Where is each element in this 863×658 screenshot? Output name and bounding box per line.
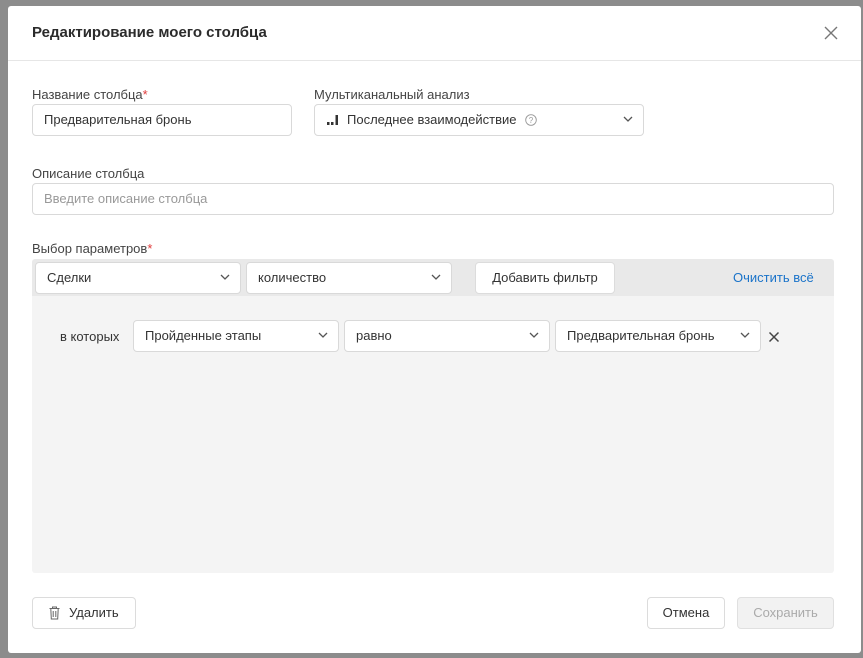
filter-operator-value: равно [356,328,392,343]
delete-button[interactable]: Удалить [32,597,136,629]
filter-value-select[interactable]: Предварительная бронь [555,320,761,352]
filter-value-value: Предварительная бронь [567,328,715,343]
params-label: Выбор параметров* [32,241,152,256]
modal-header: Редактирование моего столбца [8,6,861,61]
cancel-button[interactable]: Отмена [647,597,725,629]
remove-filter-icon[interactable] [768,331,780,343]
description-label: Описание столбца [32,166,145,181]
filter-prefix: в которых [60,329,120,344]
params-label-text: Выбор параметров [32,241,148,256]
multichannel-label: Мультиканальный анализ [314,87,470,102]
required-mark: * [147,241,153,256]
close-icon[interactable] [823,25,839,41]
entity-select-value: Сделки [47,270,92,285]
trash-icon [49,606,60,620]
chevron-down-icon [529,332,539,338]
column-name-label: Название столбца* [32,87,148,102]
params-toolbar: Сделки количество Добавить фильтр Очисти… [32,259,834,296]
filter-field-value: Пройденные этапы [145,328,262,343]
multichannel-value: Последнее взаимодействие [347,112,517,127]
filter-field-select[interactable]: Пройденные этапы [133,320,339,352]
metric-select[interactable]: количество [246,262,452,294]
add-filter-button[interactable]: Добавить фильтр [475,262,615,294]
question-circle-icon[interactable]: ? [525,113,537,126]
required-mark: * [142,87,148,102]
column-name-input[interactable]: Предварительная бронь [32,104,292,136]
metric-select-value: количество [258,270,327,285]
column-name-label-text: Название столбца [32,87,143,102]
chevron-down-icon [220,274,230,280]
clear-all-link[interactable]: Очистить всё [733,270,814,285]
edit-column-modal: Редактирование моего столбца Название ст… [8,6,861,653]
multichannel-select[interactable]: Последнее взаимодействие ? [314,104,644,136]
save-button[interactable]: Сохранить [737,597,834,629]
delete-label: Удалить [69,605,119,620]
chevron-down-icon [740,332,750,338]
bar-chart-icon [327,115,338,125]
filter-operator-select[interactable]: равно [344,320,550,352]
modal-title: Редактирование моего столбца [32,24,267,41]
filters-panel: в которых Пройденные этапы равно Предвар… [32,296,834,573]
chevron-down-icon [431,274,441,280]
chevron-down-icon [318,332,328,338]
svg-text:?: ? [529,115,534,124]
chevron-down-icon [623,116,633,122]
description-input[interactable]: Введите описание столбца [32,183,834,215]
entity-select[interactable]: Сделки [35,262,241,294]
